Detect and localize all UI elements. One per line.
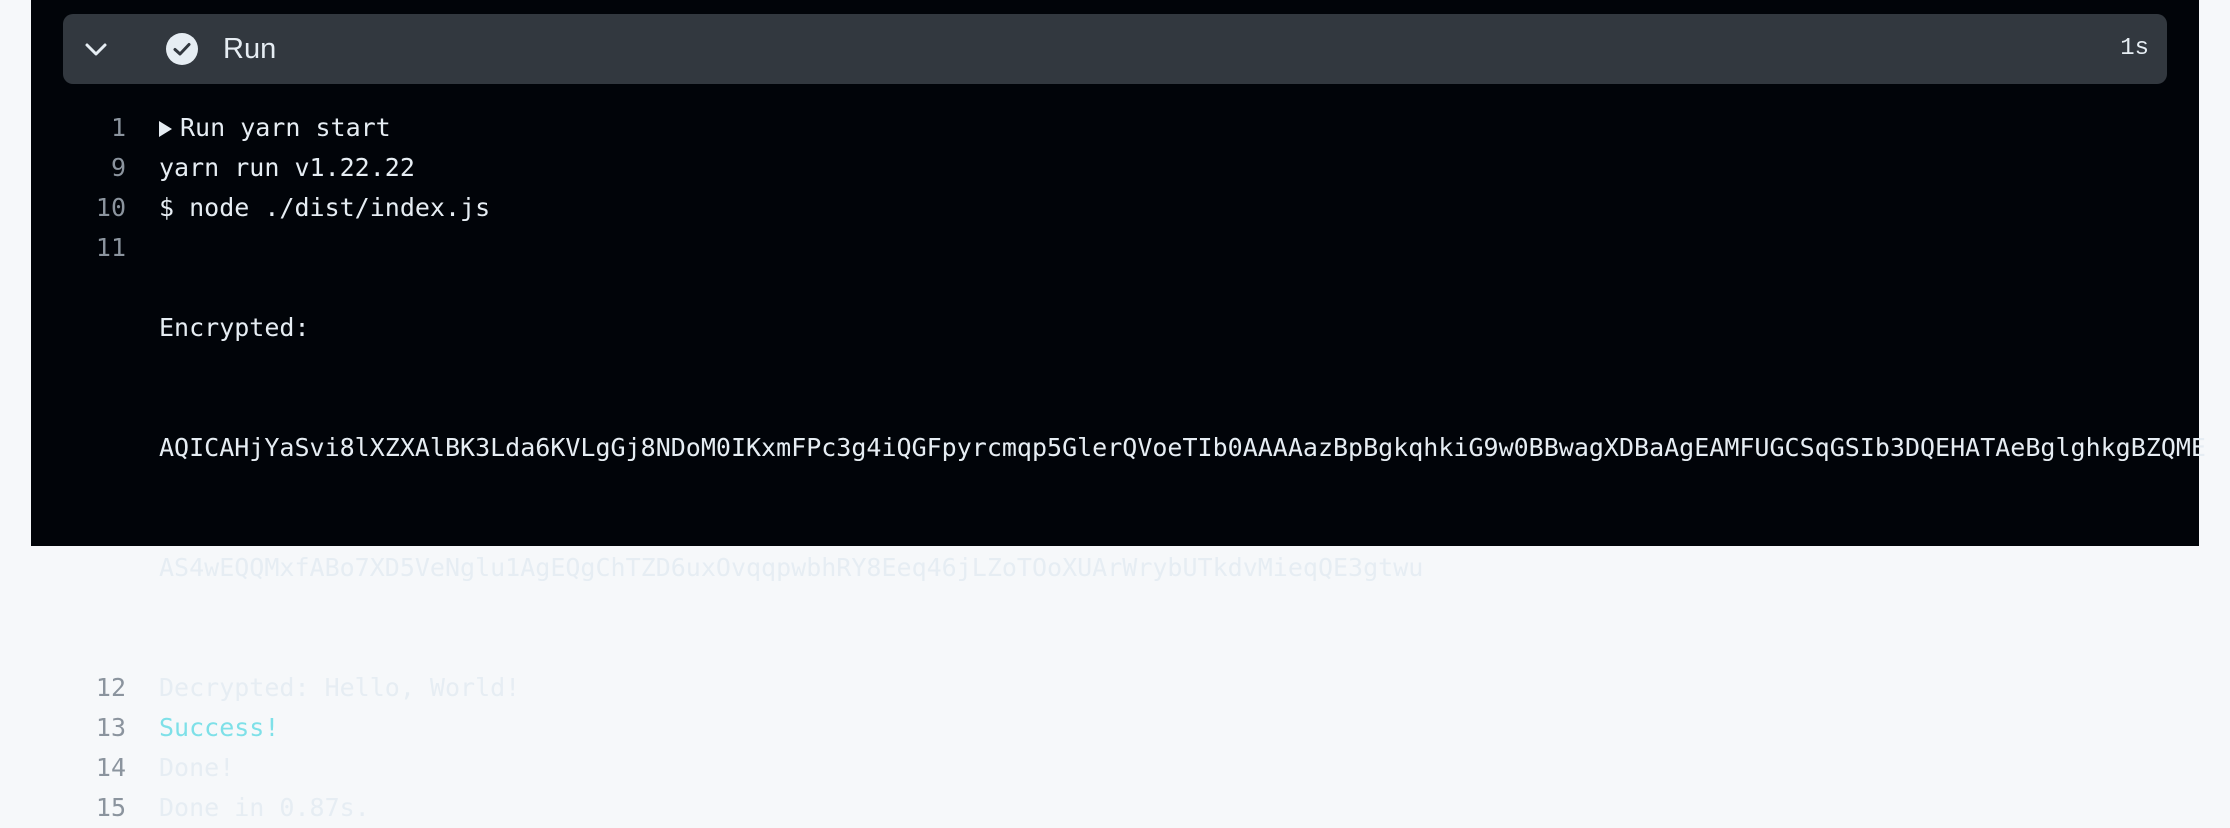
log-line-text: Run yarn start: [180, 113, 391, 142]
log-line: 12 Decrypted: Hello, World!: [31, 668, 2199, 708]
log-line-text: Done in 0.87s.: [159, 793, 370, 822]
line-number[interactable]: 11: [31, 228, 159, 668]
log-line-text: Decrypted: Hello, World!: [159, 673, 521, 702]
encrypted-value-line-1: AQICAHjYaSvi8lXZXAlBK3Lda6KVLgGj8NDoM0IK…: [159, 433, 2206, 462]
step-duration: 1s: [2120, 35, 2149, 62]
line-number[interactable]: 13: [31, 708, 159, 748]
chevron-down-icon[interactable]: [83, 37, 109, 61]
log-line: 14 Done!: [31, 748, 2199, 788]
log-line-text: Success!: [159, 713, 280, 742]
log-line-success: 13 Success!: [31, 708, 2199, 748]
log-line: 9 yarn run v1.22.22: [31, 148, 2199, 188]
job-log-panel: Run 1s 1 Run yarn start 9 yarn run v1.22…: [31, 0, 2206, 822]
log-line-group[interactable]: 1 Run yarn start: [31, 108, 2199, 148]
log-line-text: yarn run v1.22.22: [159, 153, 415, 182]
line-number[interactable]: 14: [31, 748, 159, 788]
line-number[interactable]: 9: [31, 148, 159, 188]
log-line-text: Done!: [159, 753, 235, 782]
expand-triangle-icon[interactable]: [159, 121, 172, 137]
line-number[interactable]: 15: [31, 788, 159, 828]
log-output: 1 Run yarn start 9 yarn run v1.22.22 10 …: [31, 108, 2206, 828]
log-line: 15 Done in 0.87s.: [31, 788, 2199, 828]
line-number[interactable]: 1: [31, 108, 159, 148]
step-title: Run: [223, 33, 277, 65]
check-circle-icon: [166, 33, 198, 65]
log-line-text: $ node ./dist/index.js: [159, 193, 491, 222]
line-number[interactable]: 10: [31, 188, 159, 228]
encrypted-value-line-2: AS4wEQQMxfABo7XD5VeNglu1AgEQgChTZD6uxOvq…: [159, 553, 1424, 582]
log-line: 10 $ node ./dist/index.js: [31, 188, 2199, 228]
line-number[interactable]: 12: [31, 668, 159, 708]
log-line-text: Encrypted:: [159, 313, 310, 342]
log-line-encrypted: 11 Encrypted: AQICAHjYaSvi8lXZXAlBK3Lda6…: [31, 228, 2206, 668]
step-header-run[interactable]: Run 1s: [63, 14, 2167, 84]
